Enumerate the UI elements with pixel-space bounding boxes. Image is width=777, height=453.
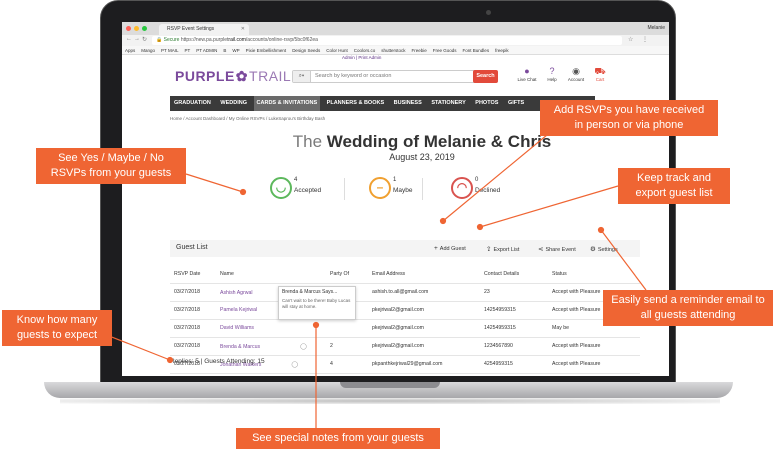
callout-add-rsvps: Add RSVPs you have received in person or… <box>540 100 718 136</box>
connector-dot <box>312 321 320 329</box>
callout-how-many: Know how many guests to expect <box>2 310 112 346</box>
marketing-stage: RSVP Event Settings ✕ Melanie ← → ↻ 🔒 Se… <box>0 0 777 453</box>
callout-yes-maybe-no: See Yes / Maybe / No RSVPs from your gue… <box>36 148 186 184</box>
connector-reminder <box>600 229 647 291</box>
connector-keep-track <box>479 185 619 228</box>
connector-dot <box>166 356 174 364</box>
callout-connectors <box>98 129 647 428</box>
connector-add-rsvps <box>442 129 554 222</box>
connector-dot <box>597 226 605 234</box>
connector-yes-maybe-no <box>185 173 244 193</box>
connector-dot <box>476 223 484 231</box>
callout-reminder: Easily send a reminder email to all gues… <box>603 290 773 326</box>
connector-dot <box>239 188 247 196</box>
connector-dot <box>439 217 447 225</box>
callout-notes: See special notes from your guests <box>236 428 440 449</box>
callout-keep-track: Keep track and export guest list <box>618 168 730 204</box>
